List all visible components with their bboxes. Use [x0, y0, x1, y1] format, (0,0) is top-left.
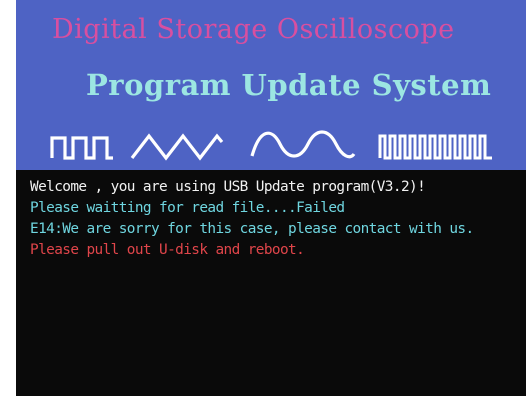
square-wave-icon: [50, 136, 113, 160]
pulse-train-icon: [378, 134, 492, 160]
system-title: Program Update System: [86, 68, 492, 102]
console-line-read-status: Please waitting for read file....Failed: [30, 200, 345, 216]
console-line-welcome: Welcome , you are using USB Update progr…: [30, 179, 426, 195]
header-banner: Digital Storage Oscilloscope Program Upd…: [16, 0, 526, 170]
waveform-icons: [50, 130, 492, 161]
update-console: Welcome , you are using USB Update progr…: [16, 170, 526, 396]
oscilloscope-screen: Digital Storage Oscilloscope Program Upd…: [16, 0, 526, 396]
triangle-wave-icon: [130, 133, 224, 161]
console-line-error: E14:We are sorry for this case, please c…: [30, 221, 474, 237]
sine-wave-icon: [250, 130, 356, 159]
console-line-instruction: Please pull out U-disk and reboot.: [30, 242, 305, 258]
device-title: Digital Storage Oscilloscope: [52, 14, 455, 45]
